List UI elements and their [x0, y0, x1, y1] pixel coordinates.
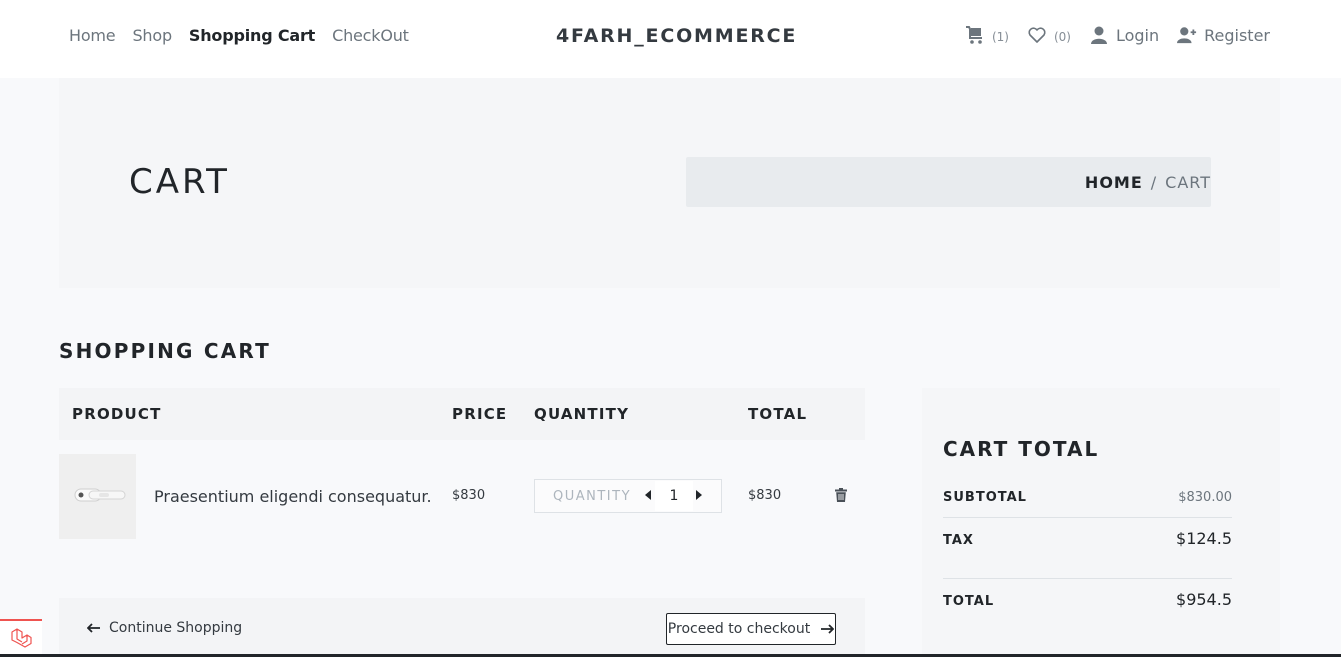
trash-icon[interactable]: [835, 488, 847, 502]
divider: [943, 517, 1232, 518]
wishlist-count: (0): [1053, 29, 1071, 44]
column-quantity: QUANTITY: [534, 405, 630, 423]
divider: [943, 578, 1232, 579]
product-image[interactable]: [59, 454, 136, 539]
proceed-to-checkout-label: Proceed to checkout: [667, 621, 811, 637]
breadcrumb: HOME / CART: [686, 157, 1211, 207]
login-link[interactable]: Login: [1089, 25, 1159, 45]
brand-logo[interactable]: 4FARH_ECOMMERCE: [556, 25, 797, 47]
site-header: Home Shop Shopping Cart CheckOut 4FARH_E…: [0, 0, 1341, 78]
cart-icon: [965, 26, 982, 44]
page-title: CART: [129, 162, 230, 202]
page: Home Shop Shopping Cart CheckOut 4FARH_E…: [0, 0, 1341, 657]
total-label: TOTAL: [943, 594, 995, 609]
cart-link[interactable]: (1): [965, 25, 1009, 45]
page-hero: CART HOME / CART: [59, 78, 1280, 288]
continue-shopping-label: Continue Shopping: [109, 620, 243, 636]
tax-value: $124.5: [1176, 529, 1232, 548]
cart-count: (1): [991, 29, 1009, 44]
quantity-decrease-button[interactable]: [645, 490, 651, 500]
user-plus-icon: [1177, 27, 1197, 44]
subtotal-row: SUBTOTAL $830.00: [943, 490, 1232, 505]
cart-item-row: Praesentium eligendi consequatur. $830 Q…: [59, 454, 865, 539]
user-icon: [1090, 26, 1107, 44]
nav-shop[interactable]: Shop: [132, 26, 172, 45]
subtotal-label: SUBTOTAL: [943, 490, 1027, 505]
product-name[interactable]: Praesentium eligendi consequatur.: [154, 487, 432, 506]
tax-label: TAX: [943, 533, 974, 548]
cart-footer: Continue Shopping Proceed to checkout: [59, 598, 865, 657]
total-row: TOTAL $954.5: [943, 590, 1232, 609]
breadcrumb-separator: /: [1150, 172, 1158, 192]
product-total: $830: [748, 488, 782, 503]
quantity-label: QUANTITY: [553, 489, 632, 504]
quantity-increase-button[interactable]: [696, 490, 702, 500]
cart-total-panel: CART TOTAL SUBTOTAL $830.00 TAX $124.5 T…: [922, 388, 1280, 657]
laravel-icon: [11, 628, 32, 648]
heart-icon: [1028, 27, 1046, 43]
cart-table-header: PRODUCT PRICE QUANTITY TOTAL: [59, 388, 865, 440]
wishlist-link[interactable]: (0): [1027, 25, 1071, 45]
nav-home[interactable]: Home: [69, 26, 116, 45]
continue-shopping-link[interactable]: Continue Shopping: [87, 620, 242, 636]
breadcrumb-home[interactable]: HOME: [1085, 173, 1143, 192]
cart-total-title: CART TOTAL: [943, 437, 1100, 461]
register-label: Register: [1204, 25, 1270, 45]
proceed-to-checkout-button[interactable]: Proceed to checkout: [666, 613, 836, 645]
column-total: TOTAL: [748, 405, 808, 423]
product-price: $830: [452, 488, 486, 503]
nav-shopping-cart[interactable]: Shopping Cart: [189, 26, 315, 45]
breadcrumb-current: CART: [1165, 172, 1211, 192]
arrow-left-icon: [87, 623, 100, 633]
earbuds-image: [59, 454, 136, 539]
main-nav: Home Shop Shopping Cart CheckOut: [69, 26, 409, 45]
quantity-stepper: QUANTITY 1: [534, 479, 722, 513]
quantity-input[interactable]: 1: [655, 481, 693, 511]
nav-checkout[interactable]: CheckOut: [332, 26, 409, 45]
login-label: Login: [1115, 25, 1160, 45]
subtotal-value: $830.00: [1178, 490, 1232, 505]
shopping-cart-title: SHOPPING CART: [59, 339, 271, 363]
header-actions: (1) (0) Login Register: [965, 25, 1270, 45]
column-price: PRICE: [452, 405, 508, 423]
arrow-right-icon: [821, 624, 835, 634]
total-value: $954.5: [1176, 590, 1232, 609]
laravel-debugbar-toggle[interactable]: [0, 619, 42, 657]
column-product: PRODUCT: [72, 405, 162, 423]
tax-row: TAX $124.5: [943, 529, 1232, 548]
register-link[interactable]: Register: [1177, 25, 1270, 45]
